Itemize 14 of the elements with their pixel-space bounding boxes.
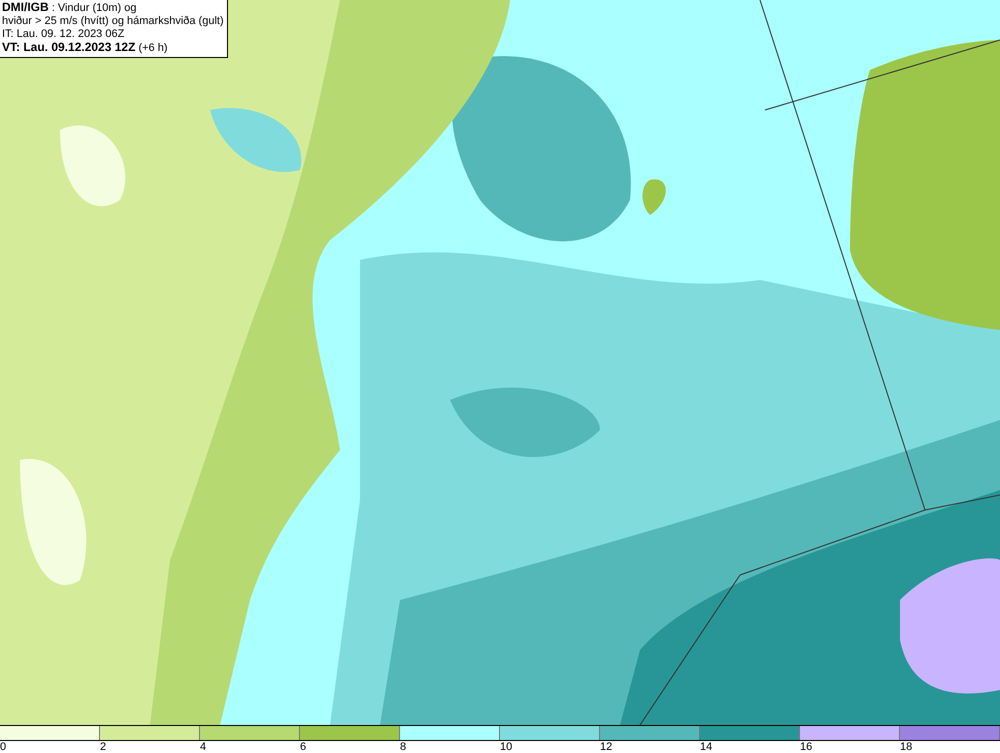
header-line: hviður > 25 m/s (hvítt) og hámarkshviða (gult) [2, 15, 224, 28]
header-line: IT: Lau. 09. 12. 2023 06Z [2, 28, 126, 41]
legend-label: 12 [600, 741, 612, 753]
legend-label: 6 [300, 741, 306, 753]
legend-label: 4 [200, 741, 206, 753]
legend-label: 2 [100, 741, 106, 753]
legend-label: 10 [500, 741, 512, 753]
legend-label: 18 [900, 741, 912, 753]
legend-label: 14 [700, 741, 712, 753]
header-line: VT: Lau. 09.12.2023 12Z (+6 h) [2, 41, 169, 55]
legend-label: 8 [400, 741, 406, 753]
legend-label: 16 [800, 741, 812, 753]
header-line: DMI/IGB : Vindur (10m) og [2, 1, 138, 15]
legend-label: 0 [0, 741, 6, 753]
